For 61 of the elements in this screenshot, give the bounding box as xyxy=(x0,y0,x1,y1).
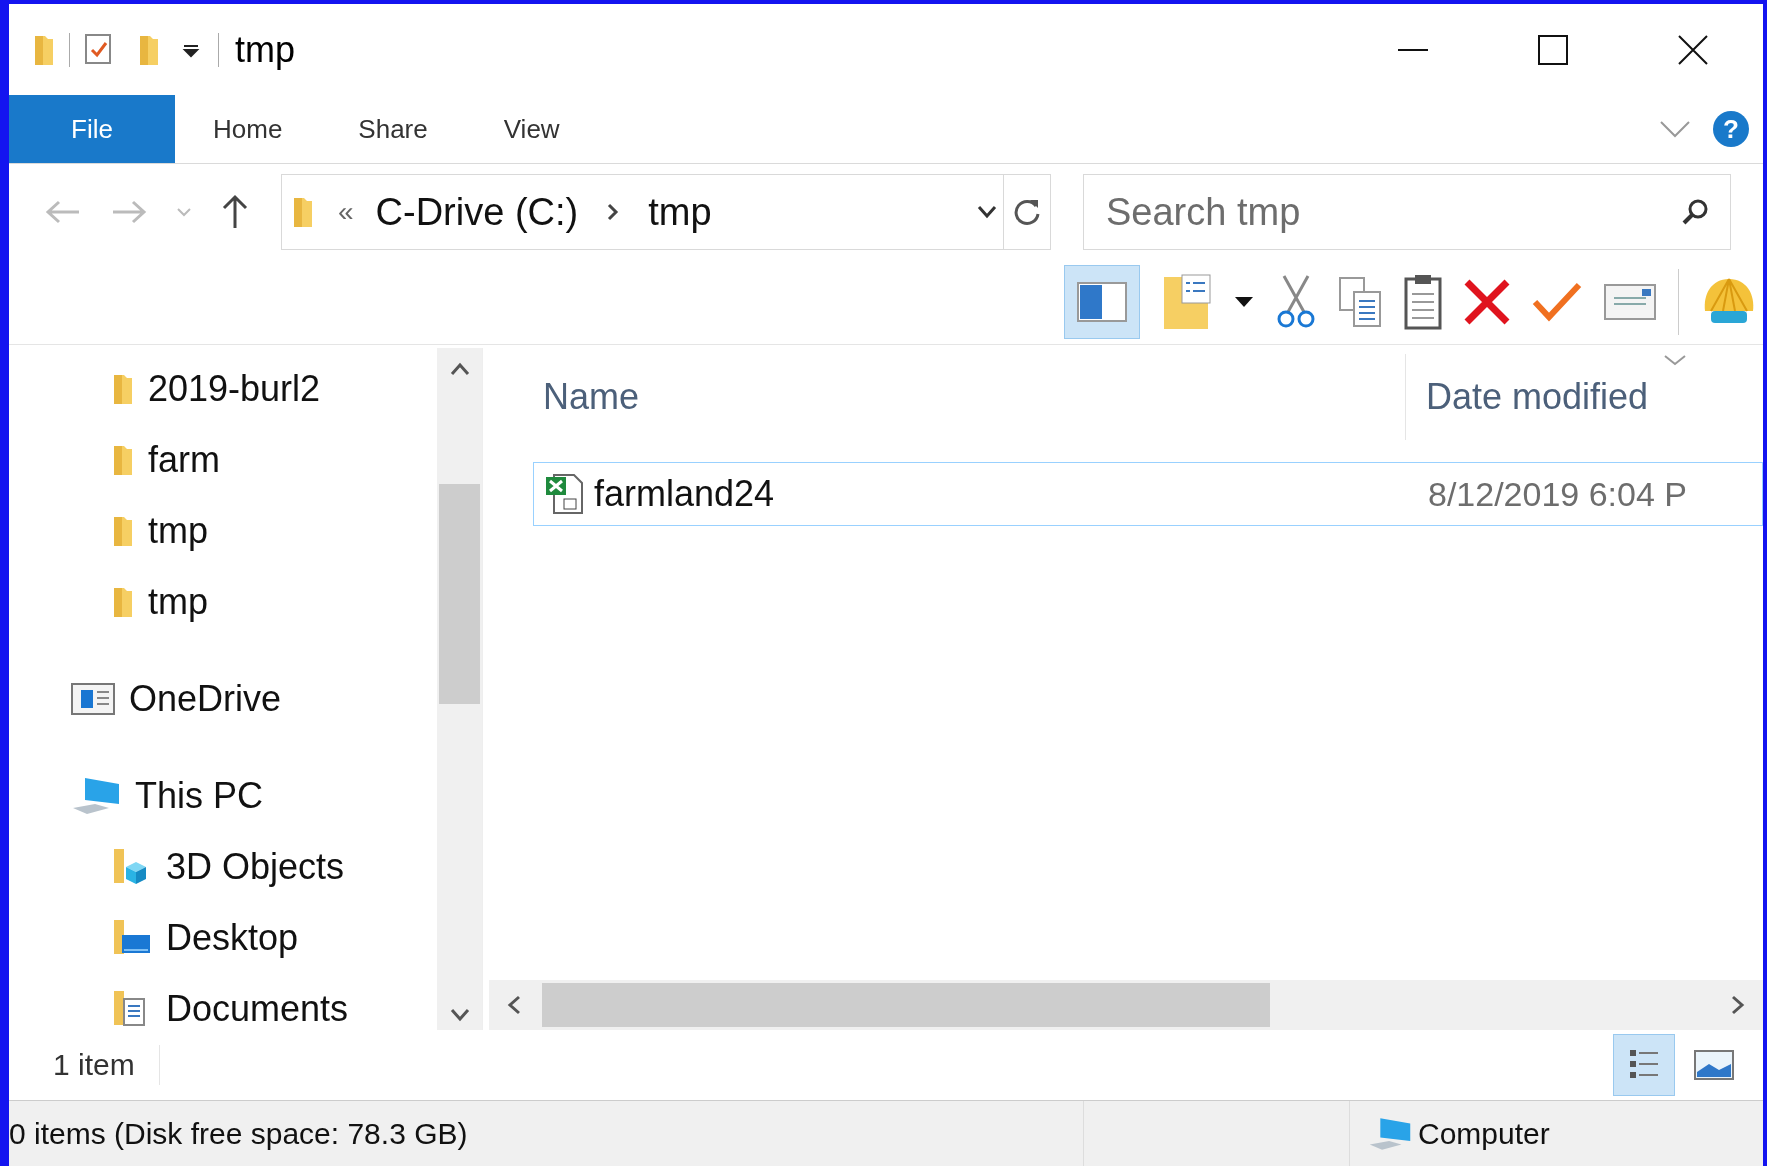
nav-item[interactable]: farm xyxy=(9,424,437,495)
search-field[interactable]: Search tmp xyxy=(1083,174,1731,250)
folder-properties-icon[interactable] xyxy=(1162,273,1212,331)
nav-item[interactable]: 3D Objects xyxy=(9,831,437,902)
ribbon-tab[interactable]: Share xyxy=(320,95,466,163)
search-icon[interactable] xyxy=(1681,198,1709,226)
scroll-right-icon[interactable] xyxy=(1731,995,1745,1015)
close-icon xyxy=(1678,34,1708,65)
ribbon-tab[interactable]: File xyxy=(9,95,175,163)
scrollbar[interactable] xyxy=(437,348,482,1030)
up-icon[interactable] xyxy=(221,194,249,230)
ribbon-tab[interactable]: Home xyxy=(175,95,321,163)
item-count: 1 item xyxy=(53,1045,160,1085)
scrollbar-thumb[interactable] xyxy=(542,983,1270,1027)
nav-item[interactable]: Documents xyxy=(9,973,437,1030)
dropdown-icon[interactable] xyxy=(1234,296,1254,308)
scrollbar[interactable] xyxy=(489,980,1763,1030)
column-header[interactable]: Date modified xyxy=(1406,354,1649,440)
folder-icon xyxy=(292,195,314,229)
maximize-icon xyxy=(1538,34,1568,65)
scissors-icon[interactable] xyxy=(1276,274,1316,330)
nav-item[interactable]: tmp xyxy=(9,495,437,566)
envelope-icon[interactable] xyxy=(1604,284,1656,320)
overflow-marker[interactable]: « xyxy=(338,196,354,228)
clipboard-icon[interactable] xyxy=(1404,274,1442,330)
column-header[interactable]: Name xyxy=(483,354,1406,440)
copy-icon[interactable] xyxy=(1338,276,1382,328)
sort-caret-icon xyxy=(1663,354,1687,366)
help-button[interactable]: ? xyxy=(1713,111,1749,147)
pane-icon xyxy=(1077,282,1127,322)
spreadsheet-file-icon xyxy=(544,473,584,515)
nav-item[interactable]: tmp xyxy=(9,566,437,637)
preview-pane-button[interactable] xyxy=(1064,265,1140,339)
checkmark-icon[interactable] xyxy=(1532,282,1582,322)
image-icon xyxy=(1694,1050,1734,1080)
file-date: 8/12/2019 6:04 P xyxy=(1427,474,1687,514)
scroll-left-icon[interactable] xyxy=(507,995,521,1015)
ribbon-tab[interactable]: View xyxy=(465,95,598,163)
status-text: 0 items (Disk free space: 78.3 GB) xyxy=(9,1101,1084,1166)
breadcrumb-item[interactable]: tmp xyxy=(648,190,712,234)
scroll-down-icon[interactable] xyxy=(449,1008,470,1022)
nav-item[interactable]: Desktop xyxy=(9,902,437,973)
details-view-button[interactable] xyxy=(1613,1034,1675,1096)
nav-item[interactable]: This PC xyxy=(9,760,437,831)
chevron-down-icon[interactable] xyxy=(977,205,997,219)
window-icon xyxy=(71,681,115,716)
address-bar[interactable]: « C-Drive (C:) tmp xyxy=(281,174,1051,250)
nav-item[interactable]: 2019-burl2 xyxy=(9,353,437,424)
chevron-right-icon[interactable] xyxy=(606,203,621,221)
file-row[interactable]: farmland24 8/12/2019 6:04 P xyxy=(533,462,1763,526)
window-title: tmp xyxy=(235,28,295,71)
computer-icon xyxy=(1368,1115,1412,1152)
delete-icon[interactable] xyxy=(1464,279,1510,325)
scroll-up-icon[interactable] xyxy=(449,362,470,376)
computer-icon xyxy=(71,775,121,816)
scrollbar-thumb[interactable] xyxy=(439,484,480,704)
breadcrumb-item[interactable]: C-Drive (C:) xyxy=(375,190,579,234)
nav-item[interactable]: OneDrive xyxy=(9,663,437,734)
properties-icon[interactable] xyxy=(84,32,114,67)
file-name: farmland24 xyxy=(594,473,775,515)
location-label: Computer xyxy=(1418,1116,1550,1151)
